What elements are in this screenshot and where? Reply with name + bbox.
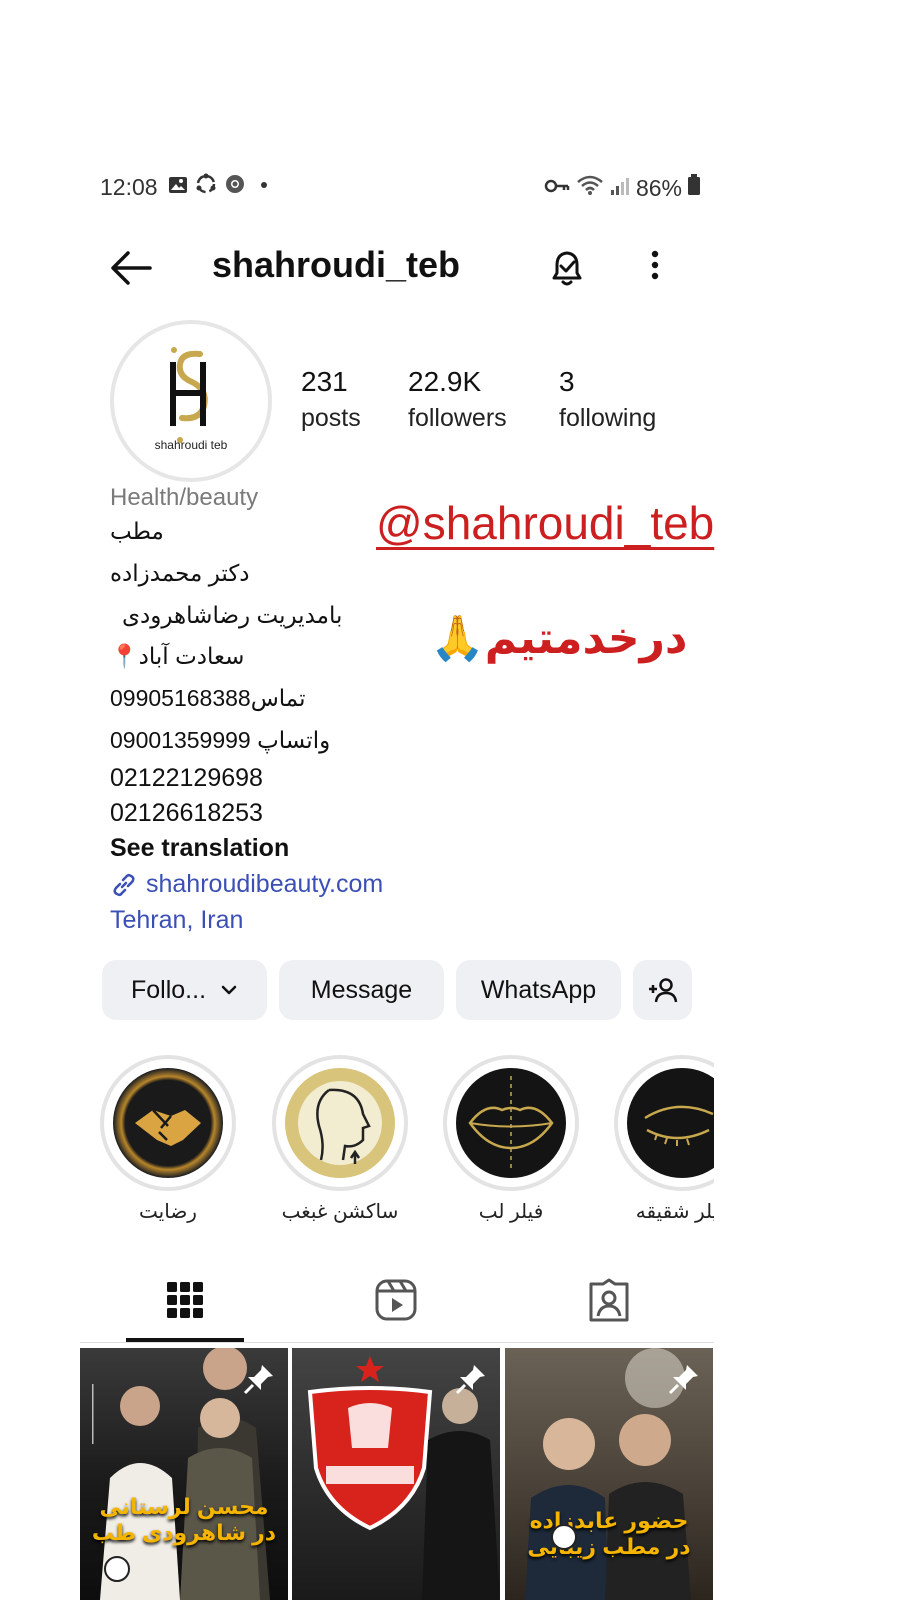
post-thumbnail[interactable]: محسن لرستانی در شاهرودی طب	[80, 1348, 288, 1600]
followers-count[interactable]: 22.9K followers	[408, 366, 507, 433]
profile-category: Health/beauty	[110, 484, 259, 511]
sync-icon	[194, 172, 218, 202]
bio-line: مطب	[110, 518, 164, 544]
tagged-icon	[589, 1278, 629, 1322]
battery-icon	[688, 174, 700, 202]
more-options-button[interactable]	[640, 248, 670, 288]
following-button[interactable]: Follo...	[102, 960, 267, 1020]
highlight-label: رضایت	[139, 1201, 197, 1223]
highlight-label: فیلر شقیقه	[635, 1201, 714, 1223]
post-caption: حضور عابدزاده در مطب زیبایی	[527, 1508, 691, 1559]
following-count[interactable]: 3 following	[559, 366, 656, 433]
link-icon	[113, 873, 135, 896]
highlight-item[interactable]: ساکشن غبغب	[272, 1055, 408, 1224]
tab-posts-grid[interactable]	[161, 1276, 209, 1324]
overlay-handle: @shahroudi_teb	[376, 497, 715, 549]
pin-icon	[667, 1362, 701, 1396]
grid-icon	[167, 1282, 203, 1318]
dot-icon	[252, 174, 272, 201]
profile-username: shahroudi_teb	[212, 244, 461, 285]
bio-line: واتساپ 09001359999	[110, 727, 331, 753]
message-label: Message	[310, 975, 413, 1004]
tab-tagged[interactable]	[585, 1276, 633, 1324]
post-thumbnail[interactable]	[292, 1348, 500, 1600]
notifications-button[interactable]	[545, 246, 589, 290]
see-translation-link[interactable]: See translation	[110, 834, 289, 863]
stat-label: posts	[301, 404, 361, 432]
tab-divider	[80, 1342, 714, 1343]
bio-line: دکتر محمدزاده	[110, 560, 250, 586]
bell-check-icon	[552, 251, 582, 286]
chrome-icon	[224, 173, 246, 201]
stat-value: 231	[301, 366, 348, 397]
bio-line: 02126618253	[110, 799, 263, 827]
pin-icon	[242, 1362, 276, 1396]
status-bar: 12:08 86%	[100, 172, 700, 206]
overlay-text: درخدمتیم🙏	[430, 614, 688, 663]
bio-line: تماس09905168388	[110, 685, 306, 711]
image-icon	[168, 174, 188, 201]
add-person-icon	[648, 978, 677, 1003]
posts-count[interactable]: 231 posts	[301, 366, 361, 433]
face-profile-icon	[298, 1081, 382, 1165]
reels-icon	[375, 1279, 417, 1321]
soccer-ball-icon	[551, 1524, 577, 1550]
highlight-item[interactable]: فیلر لب	[443, 1055, 579, 1224]
profile-avatar[interactable]: shahroudi teb	[110, 320, 272, 482]
kebab-menu-icon	[651, 250, 659, 280]
highlight-item[interactable]: فیلر شقیقه	[614, 1055, 714, 1245]
soccer-ball-icon	[104, 1556, 130, 1582]
stat-value: 3	[559, 366, 575, 397]
arrow-left-icon	[111, 251, 152, 285]
bio-line: بامدیریت رضاشاهرودی	[122, 602, 343, 628]
website-url: shahroudibeauty.com	[146, 870, 384, 898]
avatar-caption: shahroudi teb	[154, 438, 228, 452]
pin-icon	[454, 1362, 488, 1396]
battery-percent: 86%	[635, 174, 682, 201]
handshake-icon	[135, 1109, 201, 1146]
message-button[interactable]: Message	[279, 960, 444, 1020]
wifi-icon	[576, 174, 604, 202]
stat-label: following	[559, 404, 657, 432]
highlight-item[interactable]: رضایت	[100, 1055, 236, 1224]
back-button[interactable]	[108, 248, 156, 288]
whatsapp-label: WhatsApp	[480, 975, 597, 1004]
tab-reels[interactable]	[372, 1276, 420, 1324]
post-thumbnail[interactable]: حضور عابدزاده در مطب زیبایی	[505, 1348, 713, 1600]
highlight-label: ساکشن غبغب	[281, 1201, 399, 1223]
eye-icon	[644, 1105, 714, 1146]
following-label: Follo...	[130, 975, 207, 1004]
whatsapp-button[interactable]: WhatsApp	[456, 960, 621, 1020]
stat-label: followers	[408, 404, 507, 432]
bio-line: سعادت آباد📍	[110, 643, 245, 669]
highlight-label: فیلر لب	[478, 1201, 544, 1223]
vpn-key-icon	[544, 175, 570, 202]
stat-value: 22.9K	[408, 366, 482, 397]
chevron-down-icon	[221, 985, 237, 995]
post-caption: محسن لرستانی در شاهرودی طب	[91, 1494, 277, 1545]
bio-line: 02122129698	[110, 764, 263, 792]
lips-icon	[468, 1076, 554, 1170]
status-time: 12:08	[100, 174, 158, 200]
website-link[interactable]: shahroudibeauty.com	[110, 870, 383, 899]
location-link[interactable]: Tehran, Iran	[110, 906, 243, 935]
suggested-users-button[interactable]	[633, 960, 692, 1020]
signal-icon	[610, 175, 630, 202]
